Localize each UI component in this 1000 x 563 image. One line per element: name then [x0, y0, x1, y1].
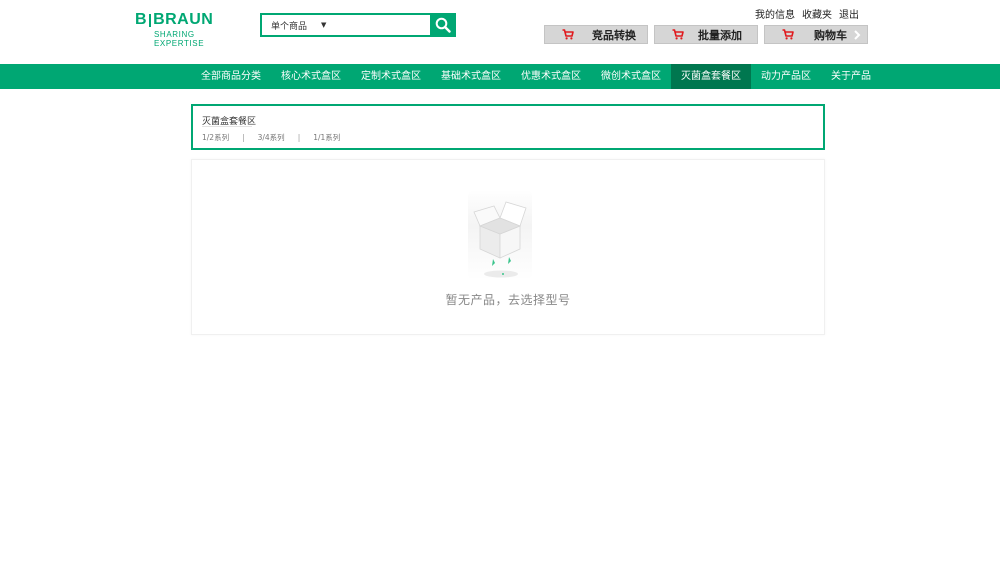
my-info-link[interactable]: 我的信息 — [755, 6, 795, 21]
logo-braun: BRAUN — [153, 11, 214, 28]
nav-item-power-products[interactable]: 动力产品区 — [751, 64, 821, 89]
nav-item-core-kits[interactable]: 核心术式盒区 — [271, 64, 351, 89]
series-options: 1/2系列 | 3/4系列 | 1/1系列 — [202, 132, 340, 143]
shopping-cart-button[interactable]: 购物车 — [764, 25, 868, 44]
logo-b: B — [135, 11, 148, 28]
search-button[interactable] — [430, 13, 456, 37]
favorites-link[interactable]: 收藏夹 — [802, 6, 832, 21]
filter-divider — [202, 126, 252, 127]
braun-logo[interactable]: B BRAUN SHARING EXPERTISE — [135, 12, 235, 49]
logo-tagline: SHARING EXPERTISE — [154, 30, 205, 48]
competitor-switch-button[interactable]: 竞品转换 — [544, 25, 648, 44]
empty-box-icon — [460, 188, 540, 284]
nav-item-minimally-invasive-kits[interactable]: 微创术式盒区 — [591, 64, 671, 89]
nav-item-discount-kits[interactable]: 优惠术式盒区 — [511, 64, 591, 89]
nav-items: 全部商品分类 核心术式盒区 定制术式盒区 基础术式盒区 优惠术式盒区 微创术式盒… — [191, 64, 881, 89]
nav-item-about-products[interactable]: 关于产品 — [821, 64, 881, 89]
series-separator: | — [242, 133, 245, 142]
logo-wordmark: B BRAUN — [135, 12, 235, 28]
search-type-value: 单个商品 — [271, 21, 308, 32]
user-links: 我的信息 收藏夹 退出 — [755, 6, 859, 21]
nav-item-basic-kits[interactable]: 基础术式盒区 — [431, 64, 511, 89]
nav-item-custom-kits[interactable]: 定制术式盒区 — [351, 64, 431, 89]
shopping-cart-label: 购物车 — [814, 28, 847, 42]
chevron-right-icon — [853, 29, 861, 40]
main-nav-bar: 全部商品分类 核心术式盒区 定制术式盒区 基础术式盒区 优惠术式盒区 微创术式盒… — [0, 64, 1000, 89]
search-type-select[interactable]: 单个商品 ▼ — [262, 15, 430, 35]
cart-icon — [672, 29, 684, 40]
series-option-full[interactable]: 1/1系列 — [313, 132, 340, 143]
logo-divider — [149, 13, 152, 27]
batch-add-button[interactable]: 批量添加 — [654, 25, 758, 44]
logout-link[interactable]: 退出 — [839, 6, 859, 21]
caret-down-icon: ▼ — [321, 21, 327, 29]
product-list-panel: 暂无产品，去选择型号 — [191, 159, 825, 335]
empty-message: 暂无产品，去选择型号 — [445, 293, 571, 307]
competitor-switch-label: 竞品转换 — [592, 28, 636, 42]
series-option-half[interactable]: 1/2系列 — [202, 132, 229, 143]
batch-add-label: 批量添加 — [698, 28, 742, 42]
nav-item-all-categories[interactable]: 全部商品分类 — [191, 64, 271, 89]
series-filter-box: 灭菌盒套餐区 1/2系列 | 3/4系列 | 1/1系列 — [191, 104, 825, 150]
cart-icon — [562, 29, 574, 40]
search-bar: 单个商品 ▼ — [260, 13, 456, 37]
nav-item-sterile-container-packages[interactable]: 灭菌盒套餐区 — [671, 64, 751, 89]
series-option-three-quarter[interactable]: 3/4系列 — [258, 132, 285, 143]
cart-icon — [782, 29, 794, 40]
series-separator: | — [297, 133, 301, 142]
search-icon — [435, 17, 451, 33]
